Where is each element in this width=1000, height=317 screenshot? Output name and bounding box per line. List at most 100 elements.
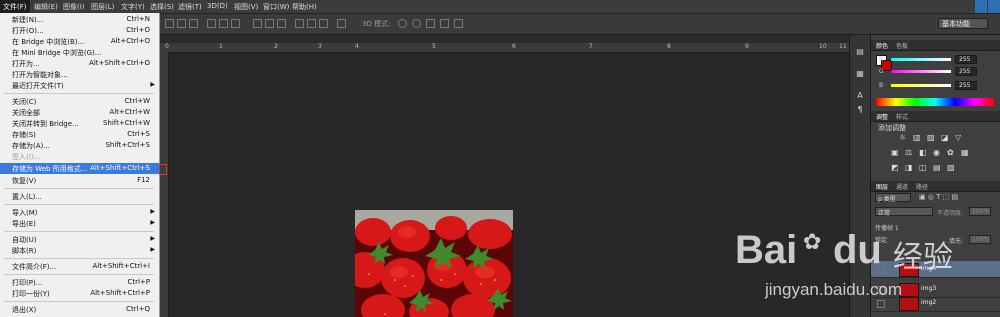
b-track[interactable]	[891, 84, 951, 87]
g-value-field[interactable]: 255	[955, 67, 977, 76]
selective-color-icon[interactable]: ▤	[933, 164, 941, 172]
vibrance-icon[interactable]: ▽	[955, 134, 963, 142]
menu-item-browse-mini-bridge[interactable]: 在 Mini Bridge 中浏览(G)...	[0, 47, 159, 58]
r-value-field[interactable]: 255	[955, 55, 977, 64]
menu-item-print-one-copy[interactable]: 打印一份(Y) Alt+Shift+Ctrl+P	[0, 288, 159, 299]
tab-styles[interactable]: 样式	[896, 112, 908, 121]
distribute-center-icon[interactable]	[307, 19, 316, 28]
menu-select[interactable]: 选择(S)	[150, 2, 174, 12]
menu-item-exit[interactable]: 退出(X) Ctrl+Q	[0, 304, 159, 315]
menu-item-open[interactable]: 打开(O)... Ctrl+O	[0, 25, 159, 36]
menu-layer[interactable]: 图层(L)	[91, 2, 114, 12]
exposure-icon[interactable]: ◪	[941, 134, 949, 142]
tab-adjustments[interactable]: 调整	[876, 112, 888, 121]
paragraph-icon[interactable]: ¶	[854, 105, 866, 115]
align-center-icon[interactable]	[219, 19, 228, 28]
menu-item-save[interactable]: 存储(S) Ctrl+S	[0, 129, 159, 140]
distribute-top-icon[interactable]	[253, 19, 262, 28]
color-lookup-icon[interactable]: ▦	[961, 149, 969, 157]
tab-color[interactable]: 颜色	[876, 41, 888, 50]
menu-item-place[interactable]: 置入(L)...	[0, 191, 159, 202]
3d-roll-icon[interactable]	[412, 19, 421, 28]
brightness-icon[interactable]: ☼	[899, 134, 907, 142]
menu-item-new[interactable]: 新建(N)... Ctrl+N	[0, 14, 159, 25]
align-left-icon[interactable]	[207, 19, 216, 28]
history-icon[interactable]: ▤	[854, 47, 866, 57]
menu-filter[interactable]: 滤镜(T)	[178, 2, 202, 12]
3d-pan-icon[interactable]	[426, 19, 435, 28]
menu-item-revert[interactable]: 恢复(V) F12	[0, 175, 159, 186]
g-slider[interactable]: G 255	[879, 67, 999, 77]
r-slider[interactable]: R 255	[879, 55, 999, 65]
layer-filter-icons[interactable]: ▣ ◎ T ⬚ ▤	[919, 193, 958, 201]
menu-item-file-info[interactable]: 文件简介(F)... Alt+Shift+Ctrl+I	[0, 261, 159, 272]
share-icon[interactable]	[988, 0, 1000, 13]
threshold-icon[interactable]: ◫	[919, 164, 927, 172]
layer-filter-select[interactable]: ρ 类型	[875, 193, 911, 203]
cloud-icon[interactable]	[975, 0, 987, 13]
menu-item-scripts[interactable]: 脚本(R) ▶	[0, 245, 159, 256]
align-bottom-icon[interactable]	[189, 19, 198, 28]
color-spectrum-bar[interactable]	[876, 98, 994, 106]
watermark-brand-2: du	[833, 228, 882, 272]
menu-item-recent-files[interactable]: 最近打开文件(T) ▶	[0, 80, 159, 91]
menu-item-save-as[interactable]: 存储为(A)... Shift+Ctrl+S	[0, 140, 159, 151]
character-icon[interactable]: A	[854, 91, 866, 101]
posterize-icon[interactable]: ◨	[905, 164, 913, 172]
g-track[interactable]	[891, 70, 951, 73]
menu-window[interactable]: 窗口(W)	[263, 2, 289, 12]
menu-3d[interactable]: 3D(D)	[207, 2, 228, 10]
gradient-map-icon[interactable]: ▧	[947, 164, 955, 172]
invert-icon[interactable]: ◩	[891, 164, 899, 172]
menu-item-close-all[interactable]: 关闭全部 Alt+Ctrl+W	[0, 107, 159, 118]
photo-filter-icon[interactable]: ◉	[933, 149, 941, 157]
black-white-icon[interactable]: ◧	[919, 149, 927, 157]
menu-item-save-for-web[interactable]: 存储为 Web 所用格式... Alt+Shift+Ctrl+S	[0, 163, 159, 174]
menu-item-close[interactable]: 关闭(C) Ctrl+W	[0, 96, 159, 107]
menu-item-shortcut: Ctrl+P	[127, 278, 150, 286]
distribute-right-icon[interactable]	[319, 19, 328, 28]
menu-item-open-as[interactable]: 打开为... Alt+Shift+Ctrl+O	[0, 58, 159, 69]
3d-rotate-icon[interactable]	[398, 19, 407, 28]
distribute-left-icon[interactable]	[295, 19, 304, 28]
menu-edit[interactable]: 编辑(E)	[34, 2, 58, 12]
properties-icon[interactable]: ▦	[854, 69, 866, 79]
workspace-select[interactable]: 基本功能	[938, 18, 988, 29]
menu-item-export[interactable]: 导出(E) ▶	[0, 218, 159, 229]
blend-mode-select[interactable]: 正常	[875, 207, 933, 217]
b-value-field[interactable]: 255	[955, 81, 977, 90]
menu-item-browse-bridge[interactable]: 在 Bridge 中浏览(B)... Alt+Ctrl+O	[0, 36, 159, 47]
opacity-field[interactable]: 100%	[969, 207, 991, 216]
menu-view[interactable]: 视图(V)	[234, 2, 258, 12]
menu-item-open-smart-object[interactable]: 打开为智能对象...	[0, 69, 159, 80]
menu-help[interactable]: 帮助(H)	[292, 2, 317, 12]
tab-swatches[interactable]: 色板	[896, 41, 908, 50]
distribute-bottom-icon[interactable]	[277, 19, 286, 28]
align-top-icon[interactable]	[165, 19, 174, 28]
r-track[interactable]	[891, 58, 951, 61]
tab-paths[interactable]: 路径	[916, 182, 928, 191]
3d-slide-icon[interactable]	[440, 19, 449, 28]
horizontal-ruler: 0 1 2 3 4 5 6 7 8 9 10 11 12	[159, 43, 849, 53]
menu-item-close-go-bridge[interactable]: 关闭并转到 Bridge... Shift+Ctrl+W	[0, 118, 159, 129]
color-balance-icon[interactable]: ⚖	[905, 149, 913, 157]
canvas-image[interactable]	[355, 210, 513, 317]
menu-file[interactable]: 文件(F)	[0, 0, 30, 13]
align-right-icon[interactable]	[231, 19, 240, 28]
curves-icon[interactable]: ▨	[927, 134, 935, 142]
menu-item-automate[interactable]: 自动(U) ▶	[0, 234, 159, 245]
levels-icon[interactable]: ▥	[913, 134, 921, 142]
3d-scale-icon[interactable]	[454, 19, 463, 28]
auto-align-icon[interactable]	[337, 19, 346, 28]
hue-saturation-icon[interactable]: ▣	[891, 149, 899, 157]
tab-channels[interactable]: 通道	[896, 182, 908, 191]
menu-type[interactable]: 文字(Y)	[121, 2, 145, 12]
menu-image[interactable]: 图像(I)	[63, 2, 85, 12]
channel-mixer-icon[interactable]: ✿	[947, 149, 955, 157]
distribute-middle-icon[interactable]	[265, 19, 274, 28]
menu-item-import[interactable]: 导入(M) ▶	[0, 207, 159, 218]
align-middle-icon[interactable]	[177, 19, 186, 28]
tab-layers[interactable]: 图层	[876, 182, 888, 191]
b-slider[interactable]: B 255	[879, 81, 999, 91]
menu-item-print[interactable]: 打印(P)... Ctrl+P	[0, 277, 159, 288]
